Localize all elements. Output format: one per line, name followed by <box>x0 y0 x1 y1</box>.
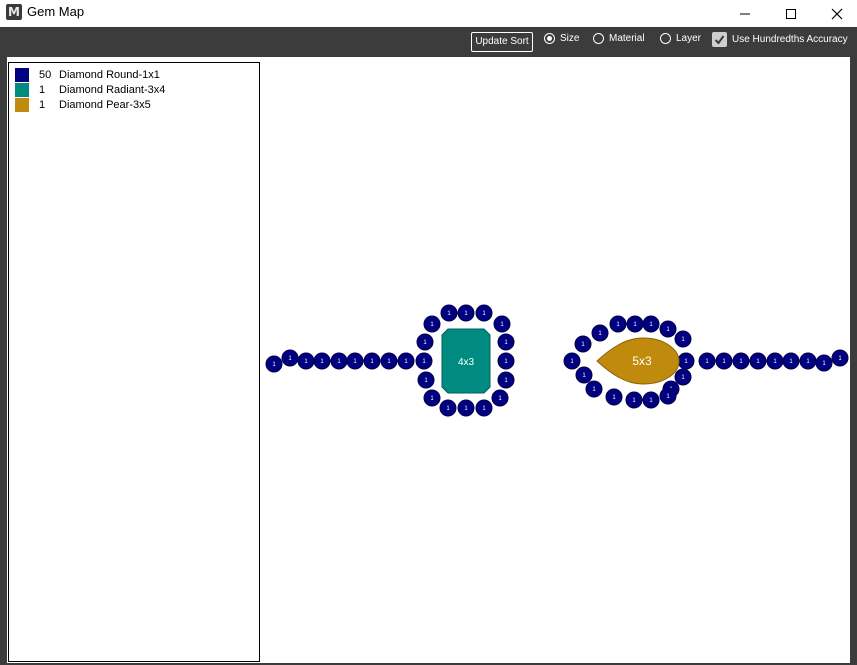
round-gem[interactable]: 1 <box>440 304 458 322</box>
gem-map-drawing: 11 1 1 1 1 1 1 11 1 11 11 11 11 11 11 1 11 1 111111 11 111 1 1… <box>265 304 849 417</box>
round-gem[interactable]: 1 <box>625 391 643 409</box>
round-gem[interactable]: 1 <box>766 352 784 370</box>
round-gem[interactable]: 1 <box>659 320 677 338</box>
round-gem[interactable]: 1 <box>575 366 593 384</box>
round-gem[interactable]: 1 <box>831 349 849 367</box>
round-gem[interactable]: 1 <box>423 315 441 333</box>
round-gem[interactable]: 1 <box>674 330 692 348</box>
round-gem[interactable]: 1 <box>605 388 623 406</box>
round-gem[interactable]: 1 <box>346 352 364 370</box>
round-gem[interactable]: 1 <box>591 324 609 342</box>
round-gem[interactable]: 1 <box>642 315 660 333</box>
round-gem[interactable]: 1 <box>313 352 331 370</box>
round-gem[interactable]: 1 <box>415 352 433 370</box>
round-gem[interactable]: 1 <box>457 399 475 417</box>
round-gem[interactable]: 1 <box>609 315 627 333</box>
radiant-gem-label: 4x3 <box>458 357 475 368</box>
round-gem[interactable]: 1 <box>715 352 733 370</box>
round-gem[interactable]: 1 <box>574 335 592 353</box>
round-gem[interactable]: 1 <box>417 371 435 389</box>
round-gem[interactable]: 1 <box>563 352 581 370</box>
round-gem[interactable]: 1 <box>799 352 817 370</box>
round-gem[interactable]: 1 <box>493 315 511 333</box>
round-gem[interactable]: 1 <box>585 380 603 398</box>
round-gem[interactable]: 1 <box>439 399 457 417</box>
round-gem[interactable]: 1 <box>626 315 644 333</box>
round-gem[interactable]: 1 <box>363 352 381 370</box>
pear-gem-label: 5x3 <box>632 354 652 368</box>
round-gem[interactable]: 1 <box>677 352 695 370</box>
round-gem[interactable]: 1 <box>815 354 833 372</box>
round-gem[interactable]: 1 <box>497 352 515 370</box>
round-gem[interactable]: 1 <box>297 352 315 370</box>
round-gem[interactable]: 1 <box>497 333 515 351</box>
round-gem[interactable]: 1 <box>475 304 493 322</box>
round-gem[interactable]: 1 <box>475 399 493 417</box>
round-gem[interactable]: 1 <box>281 349 299 367</box>
round-gem[interactable]: 1 <box>423 389 441 407</box>
round-gem[interactable]: 1 <box>698 352 716 370</box>
radiant-gem[interactable]: 4x3 <box>441 328 491 394</box>
round-gem[interactable]: 1 <box>642 391 660 409</box>
round-gem[interactable]: 1 <box>749 352 767 370</box>
round-gem[interactable]: 1 <box>497 371 515 389</box>
round-gem[interactable]: 1 <box>782 352 800 370</box>
round-gem[interactable]: 1 <box>732 352 750 370</box>
round-gem[interactable]: 1 <box>416 333 434 351</box>
round-gem[interactable]: 1 <box>265 355 283 373</box>
round-gem[interactable]: 1 <box>674 368 692 386</box>
round-gem[interactable]: 1 <box>659 387 677 405</box>
pear-gem[interactable]: 5x3 <box>596 337 680 385</box>
round-gem[interactable]: 1 <box>491 389 509 407</box>
round-gem[interactable]: 1 <box>380 352 398 370</box>
round-gem[interactable]: 1 <box>330 352 348 370</box>
round-gem[interactable]: 1 <box>397 352 415 370</box>
round-gem[interactable]: 1 <box>457 304 475 322</box>
